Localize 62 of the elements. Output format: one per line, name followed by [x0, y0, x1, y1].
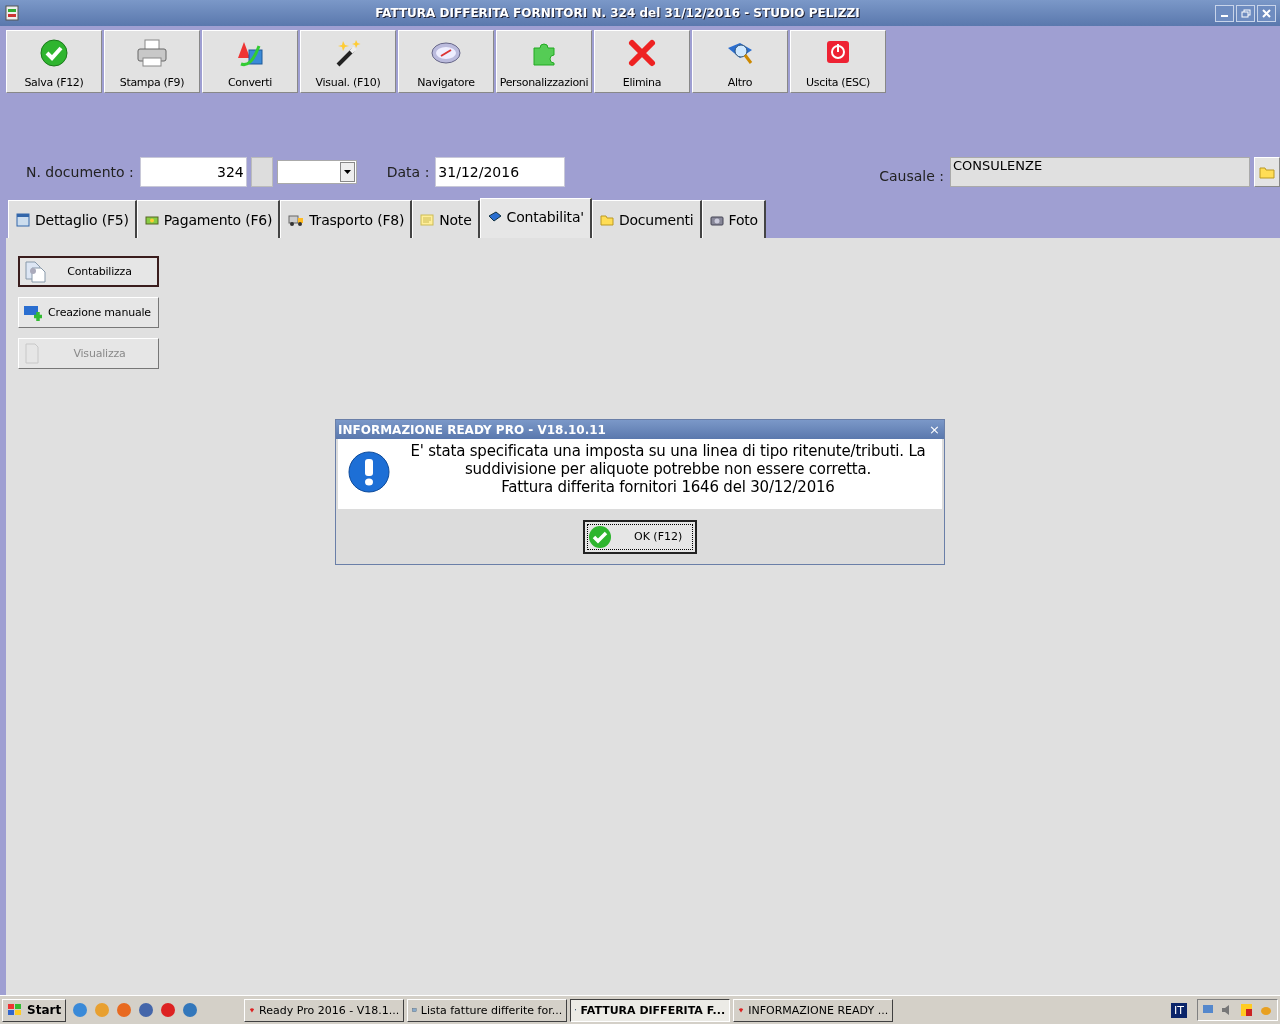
message-line: Fattura differita fornitori 1646 del 30/12/2016	[500, 478, 836, 496]
document-gear-icon	[24, 260, 46, 283]
tab[interactable]: Foto	[701, 200, 766, 238]
toolbar-button[interactable]: Visual. (F10)	[300, 30, 396, 93]
toolbar-button[interactable]: Stampa (F9)	[104, 30, 200, 93]
toolbar-button[interactable]: Altro	[692, 30, 788, 93]
tab[interactable]: Note	[412, 200, 480, 238]
start-button[interactable]: Start	[2, 998, 67, 1022]
toolbar-button[interactable]: Uscita (ESC)	[790, 30, 886, 93]
window-title: FATTURA DIFFERITA FORNITORI N. 324 del 31/12/2016 - STUDIO PELIZZI	[374, 6, 861, 20]
message-line: suddivisione per aliquote potrebbe non essere corretta.	[463, 460, 873, 478]
folder-icon	[599, 212, 614, 227]
taskbar-button[interactable]: FATTURA DIFFERITA F...	[570, 998, 731, 1022]
browse-button[interactable]	[1254, 156, 1280, 187]
tab[interactable]: Dettaglio (F5)	[8, 200, 137, 238]
toolbar-button[interactable]: Elimina	[594, 30, 690, 93]
note-icon	[420, 212, 435, 227]
document-number-field[interactable]: 324	[139, 156, 247, 187]
ok-button[interactable]: OK (F12)	[583, 519, 697, 554]
minimize-icon	[1221, 15, 1228, 17]
action-button[interactable]: Contabilizza	[18, 256, 159, 287]
tab[interactable]: Documenti	[591, 200, 702, 238]
series-button[interactable]	[250, 156, 273, 187]
tab[interactable]: Trasporto (F8)	[280, 200, 413, 238]
message-line: E' stata specificata una imposta su una linea di tipo ritenute/tributi. La	[409, 442, 927, 460]
toolbar-button[interactable]: Salva (F12)	[6, 30, 102, 93]
cross-icon	[627, 38, 657, 68]
dialog-title: INFORMAZIONE READY PRO - V18.10.11	[338, 422, 606, 437]
restore-icon	[1240, 8, 1251, 18]
restore-button[interactable]	[1236, 4, 1255, 22]
truck-icon	[288, 212, 305, 227]
flag-icon[interactable]	[1239, 1002, 1255, 1018]
close-button[interactable]: ×	[929, 423, 940, 436]
language-indicator[interactable]: IT	[1171, 1002, 1187, 1018]
causale-field[interactable]: CONSULENZE	[950, 156, 1250, 187]
printer-icon	[136, 38, 168, 68]
date-field[interactable]: 31/12/2016	[435, 156, 566, 187]
app-icon	[4, 5, 20, 21]
causale-label: Causale :	[879, 167, 944, 184]
power-icon	[824, 38, 852, 66]
windows-logo-icon	[7, 1003, 23, 1017]
taskbar-button[interactable]: INFORMAZIONE READY ...	[733, 998, 894, 1022]
add-window-icon	[23, 303, 45, 322]
document-number-label: N. documento :	[26, 163, 134, 180]
minimize-button[interactable]	[1215, 4, 1234, 22]
tab[interactable]: Contabilita'	[479, 198, 592, 238]
checkmark-icon	[588, 524, 612, 549]
date-label: Data :	[386, 163, 430, 180]
taskbar-button[interactable]: Lista fatture differite for...	[407, 998, 568, 1022]
taskbar-button[interactable]: Ready Pro 2016 - V18.1...	[244, 998, 405, 1022]
action-button[interactable]: Creazione manuale	[18, 297, 159, 328]
checkmark-icon	[39, 38, 69, 68]
close-icon	[1262, 8, 1271, 18]
folder-icon	[1259, 164, 1275, 179]
close-button[interactable]	[1257, 4, 1276, 22]
toolbar-button[interactable]: Navigatore	[398, 30, 494, 93]
series-dropdown[interactable]	[276, 159, 357, 184]
exclamation-icon	[348, 451, 390, 493]
tab[interactable]: Pagamento (F6)	[136, 200, 281, 238]
calendar-icon	[16, 212, 30, 227]
toolbar-button[interactable]: Converti	[202, 30, 298, 93]
toolbar-button[interactable]: Personalizzazioni	[496, 30, 592, 93]
